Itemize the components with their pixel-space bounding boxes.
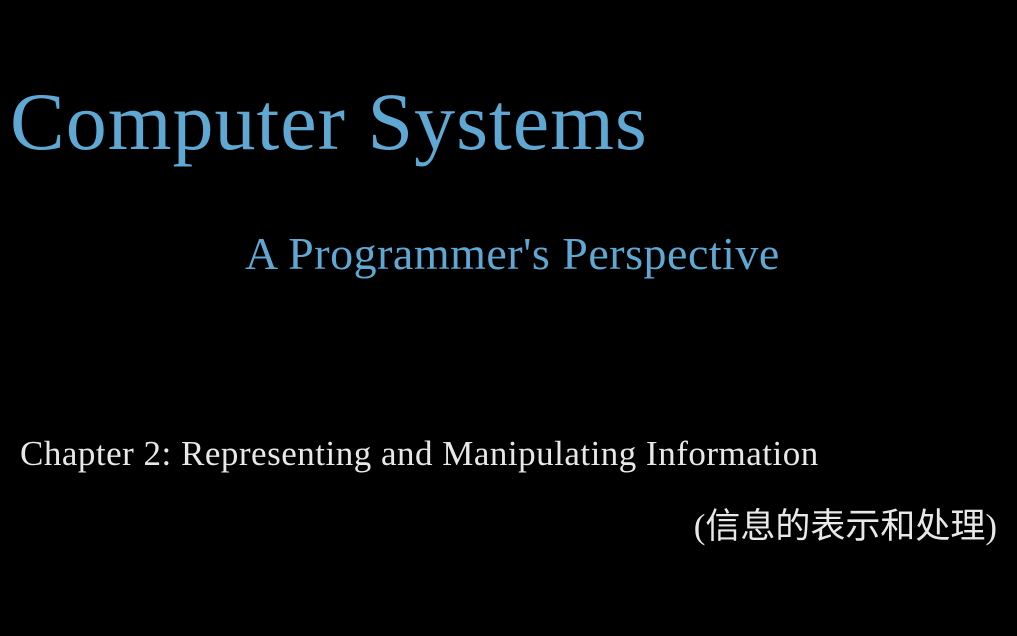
chapter-title-english: Chapter 2: Representing and Manipulating…: [20, 434, 819, 474]
chapter-title-chinese: (信息的表示和处理): [694, 498, 997, 549]
book-subtitle: A Programmer's Perspective: [245, 227, 780, 280]
book-title: Computer Systems: [10, 75, 648, 169]
